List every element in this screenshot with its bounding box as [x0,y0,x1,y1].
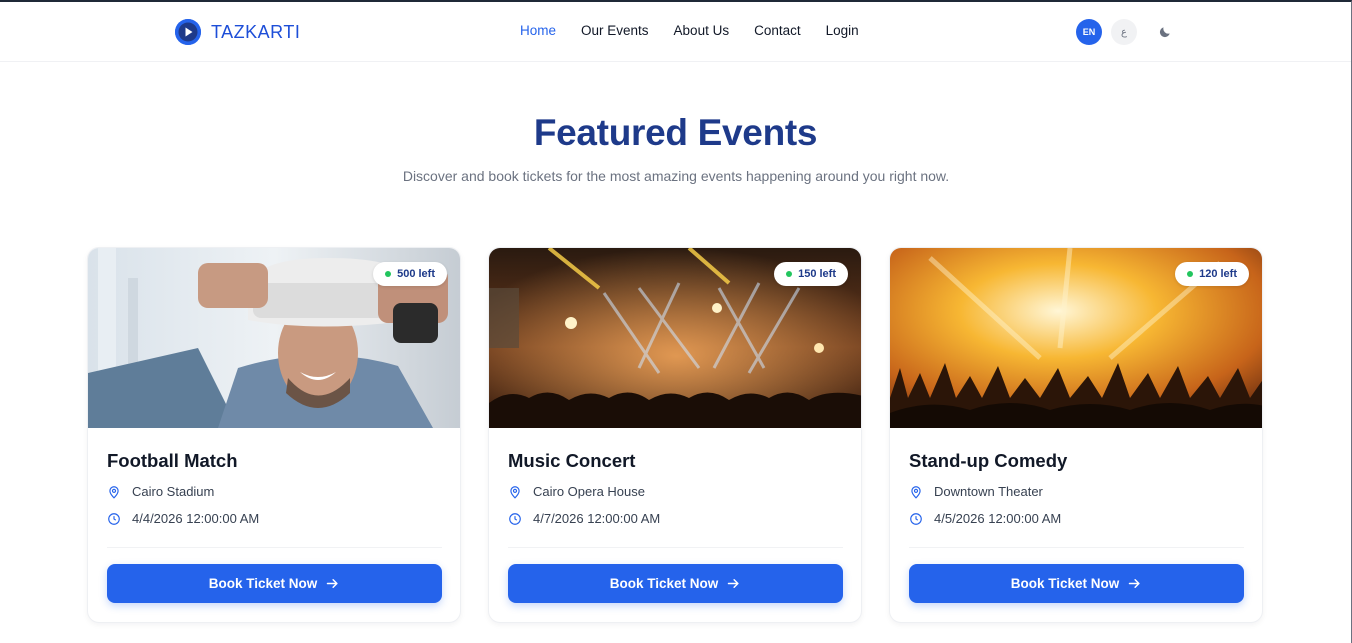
moon-icon[interactable] [1152,19,1178,45]
tickets-left-badge: 500 left [373,262,447,286]
event-location: Cairo Opera House [508,484,645,499]
event-title: Music Concert [508,450,636,471]
book-ticket-label: Book Ticket Now [1010,576,1120,591]
location-pin-icon [109,485,119,499]
clock-icon [509,512,521,525]
event-date: 4/7/2026 12:00:00 AM [508,511,660,526]
book-ticket-button[interactable]: Book Ticket Now [508,564,843,603]
availability-dot [1187,271,1194,277]
event-card: 120 left Stand-up Comedy Downtown Theate… [889,247,1263,623]
event-location-text: Downtown Theater [934,484,1043,499]
event-title: Football Match [107,450,238,471]
tickets-left-label: 150 left [798,268,836,280]
tickets-left-badge: 120 left [1175,262,1249,286]
arrow-right-icon [327,579,338,588]
nav-link-login[interactable]: Login [826,23,859,38]
nav-link-about-us[interactable]: About Us [674,23,730,38]
event-date-text: 4/4/2026 12:00:00 AM [132,511,260,526]
navbar: TAZKARTI Home Our Events About Us Contac… [0,2,1351,62]
arrow-right-icon [1129,579,1140,588]
section-subtitle: Discover and book tickets for the most a… [402,168,950,184]
nav-link-home[interactable]: Home [520,23,556,38]
section-title: Featured Events [533,112,818,153]
tickets-left-label: 500 left [397,268,435,280]
clock-icon [910,512,922,525]
nav-link-our-events[interactable]: Our Events [581,23,649,38]
arrow-right-icon [728,579,739,588]
nav-tools: EN ع [1076,19,1178,45]
availability-dot [786,271,793,277]
card-divider [107,547,442,548]
book-ticket-label: Book Ticket Now [208,576,318,591]
lang-en-button[interactable]: EN [1076,19,1102,45]
location-pin-icon [510,485,520,499]
event-date-text: 4/7/2026 12:00:00 AM [533,511,661,526]
main-nav: Home Our Events About Us Contact Login [520,23,859,38]
card-divider [508,547,843,548]
brand-name: TAZKARTI [211,21,301,42]
event-date: 4/5/2026 12:00:00 AM [909,511,1061,526]
play-logo-icon [175,19,201,45]
availability-dot [385,271,392,277]
location-pin-icon [911,485,921,499]
event-date: 4/4/2026 12:00:00 AM [107,511,259,526]
clock-icon [108,512,120,525]
event-location-text: Cairo Stadium [132,484,215,499]
event-card: 500 left Football Match Cairo Stadium 4/… [87,247,461,623]
lang-ar-button[interactable]: ع [1111,19,1137,45]
brand[interactable]: TAZKARTI [175,19,300,45]
event-title: Stand-up Comedy [909,450,1068,471]
event-date-text: 4/5/2026 12:00:00 AM [934,511,1062,526]
event-location: Downtown Theater [909,484,1043,499]
book-ticket-button[interactable]: Book Ticket Now [107,564,442,603]
tickets-left-badge: 150 left [774,262,848,286]
tickets-left-label: 120 left [1199,268,1237,280]
nav-link-contact[interactable]: Contact [754,23,801,38]
event-location: Cairo Stadium [107,484,214,499]
book-ticket-button[interactable]: Book Ticket Now [909,564,1244,603]
event-card: 150 left Music Concert Cairo Opera House… [488,247,862,623]
book-ticket-label: Book Ticket Now [609,576,719,591]
card-divider [909,547,1244,548]
event-location-text: Cairo Opera House [533,484,645,499]
